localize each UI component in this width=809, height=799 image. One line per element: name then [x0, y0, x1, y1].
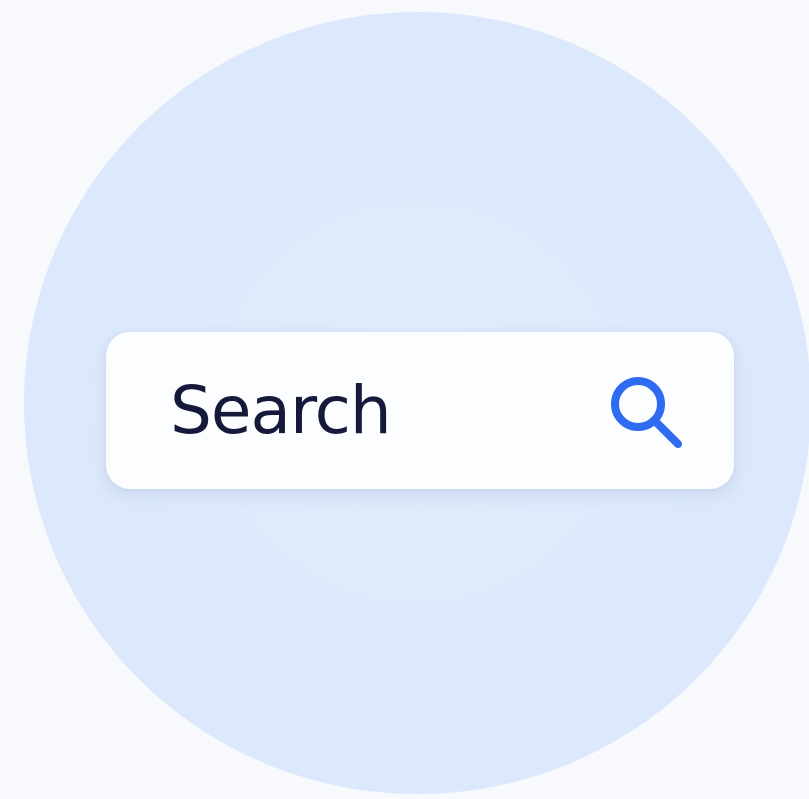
stage: Search	[0, 0, 809, 799]
search-icon[interactable]	[602, 368, 690, 456]
search-bar[interactable]: Search	[106, 332, 734, 489]
search-input[interactable]: Search	[170, 377, 392, 444]
